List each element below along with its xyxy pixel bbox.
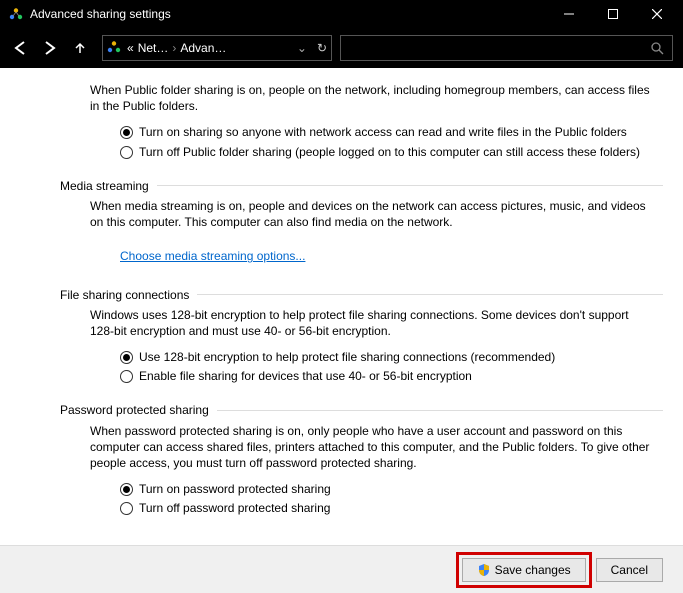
radio-icon — [120, 126, 133, 139]
radio-icon — [120, 146, 133, 159]
network-icon — [8, 6, 24, 22]
media-streaming-options-link[interactable]: Choose media streaming options... — [120, 248, 305, 264]
content-area: When Public folder sharing is on, people… — [0, 68, 683, 538]
password-on-radio[interactable]: Turn on password protected sharing — [120, 481, 660, 497]
password-sharing-header: Password protected sharing — [60, 402, 663, 418]
file-sharing-description: Windows uses 128-bit encryption to help … — [90, 307, 650, 339]
public-sharing-on-radio[interactable]: Turn on sharing so anyone with network a… — [120, 124, 660, 140]
chevron-right-icon: › — [172, 41, 176, 55]
radio-label: Turn off Public folder sharing (people l… — [139, 144, 640, 160]
button-label: Cancel — [611, 563, 648, 577]
network-icon — [107, 40, 123, 56]
radio-label: Turn on sharing so anyone with network a… — [139, 124, 627, 140]
radio-icon — [120, 483, 133, 496]
public-folder-description: When Public folder sharing is on, people… — [90, 82, 650, 114]
maximize-button[interactable] — [591, 0, 635, 28]
radio-icon — [120, 351, 133, 364]
radio-icon — [120, 502, 133, 515]
divider — [217, 410, 663, 411]
navbar: « Net… › Advan… ⌄ ↻ — [0, 28, 683, 68]
media-streaming-header: Media streaming — [60, 178, 663, 194]
password-off-radio[interactable]: Turn off password protected sharing — [120, 500, 660, 516]
back-button[interactable] — [6, 34, 34, 62]
window-controls — [547, 0, 679, 28]
divider — [157, 185, 663, 186]
encryption-128-radio[interactable]: Use 128-bit encryption to help protect f… — [120, 349, 660, 365]
forward-button[interactable] — [36, 34, 64, 62]
password-sharing-description: When password protected sharing is on, o… — [90, 423, 650, 472]
file-sharing-header: File sharing connections — [60, 287, 663, 303]
close-button[interactable] — [635, 0, 679, 28]
radio-label: Use 128-bit encryption to help protect f… — [139, 349, 555, 365]
shield-icon — [477, 563, 491, 577]
chevron-down-icon[interactable]: ⌄ — [297, 41, 307, 55]
address-bar[interactable]: « Net… › Advan… ⌄ ↻ — [102, 35, 332, 61]
window-title: Advanced sharing settings — [30, 7, 547, 21]
section-title: File sharing connections — [60, 287, 189, 303]
titlebar: Advanced sharing settings — [0, 0, 683, 28]
breadcrumb-prefix: « — [127, 41, 134, 55]
cancel-button[interactable]: Cancel — [596, 558, 663, 582]
button-label: Save changes — [495, 563, 571, 577]
search-icon — [650, 41, 664, 58]
encryption-40-radio[interactable]: Enable file sharing for devices that use… — [120, 368, 660, 384]
footer: Save changes Cancel — [0, 545, 683, 593]
up-button[interactable] — [66, 34, 94, 62]
minimize-button[interactable] — [547, 0, 591, 28]
radio-label: Turn off password protected sharing — [139, 500, 330, 516]
breadcrumb-item[interactable]: Net… — [138, 41, 169, 55]
section-title: Media streaming — [60, 178, 149, 194]
section-title: Password protected sharing — [60, 402, 209, 418]
media-streaming-description: When media streaming is on, people and d… — [90, 198, 650, 230]
radio-icon — [120, 370, 133, 383]
radio-label: Enable file sharing for devices that use… — [139, 368, 472, 384]
radio-label: Turn on password protected sharing — [139, 481, 331, 497]
divider — [197, 294, 663, 295]
search-input[interactable] — [340, 35, 673, 61]
refresh-icon[interactable]: ↻ — [317, 41, 327, 55]
save-changes-button[interactable]: Save changes — [462, 558, 586, 582]
breadcrumb-item[interactable]: Advan… — [180, 41, 226, 55]
public-sharing-off-radio[interactable]: Turn off Public folder sharing (people l… — [120, 144, 660, 160]
